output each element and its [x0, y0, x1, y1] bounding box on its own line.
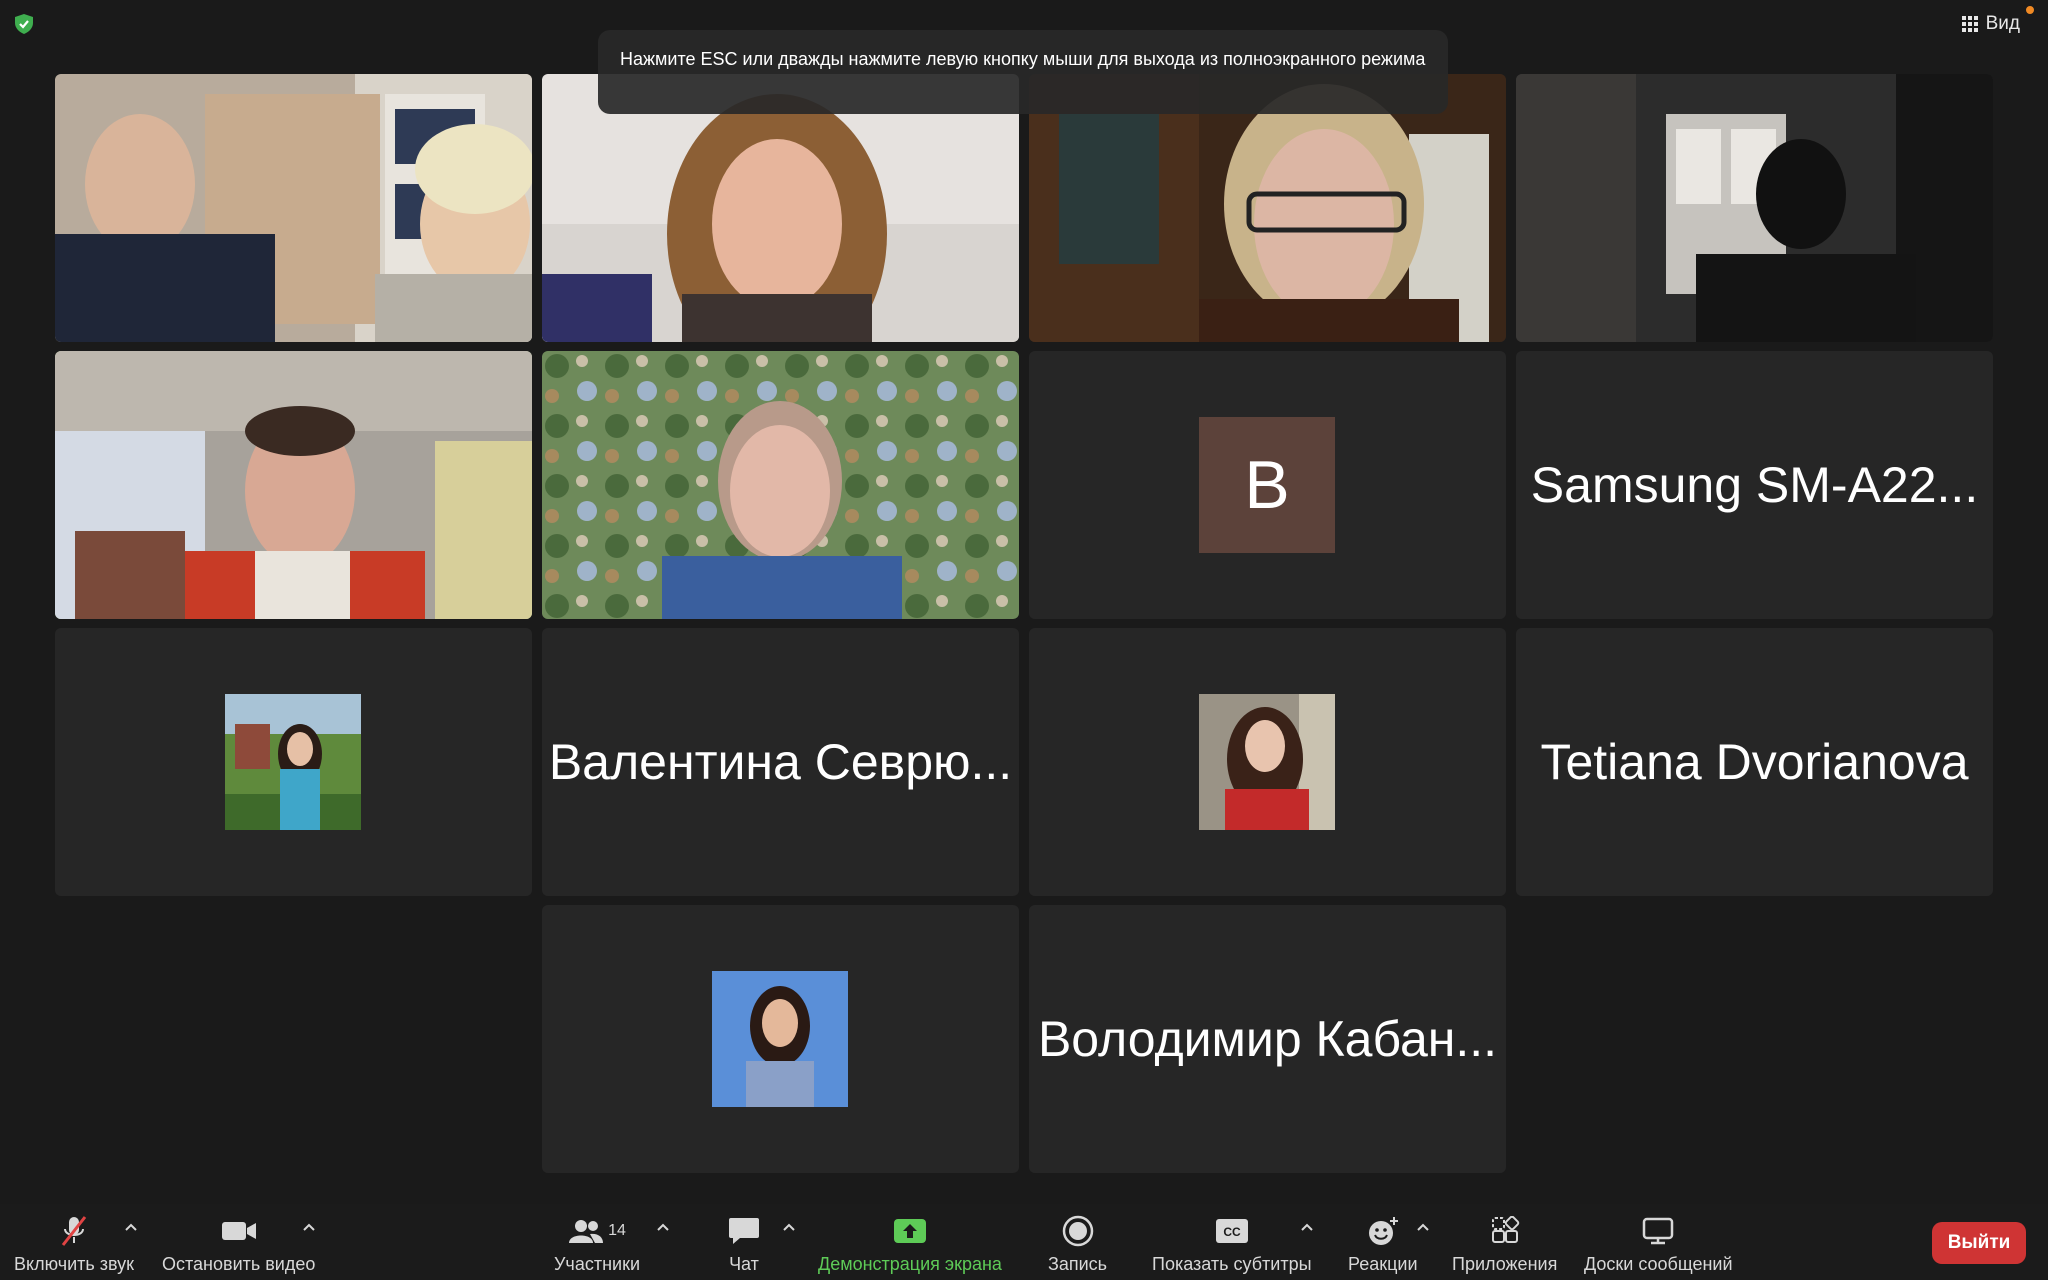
participant-tile-7[interactable]: B — [1029, 351, 1506, 619]
unmute-label: Включить звук — [14, 1254, 135, 1274]
fullscreen-exit-hint: Нажмите ESC или дважды нажмите левую кно… — [598, 30, 1448, 114]
reactions-label: Реакции — [1348, 1254, 1418, 1274]
participant-tile-2[interactable] — [542, 74, 1019, 342]
reactions-button[interactable]: Реакции — [1348, 1214, 1418, 1278]
avatar — [712, 971, 848, 1107]
video-options-chevron-up-icon[interactable] — [302, 1222, 316, 1232]
chat-label: Чат — [729, 1254, 759, 1274]
participant-tile-9[interactable] — [55, 628, 532, 896]
apps-icon — [1491, 1216, 1519, 1243]
view-button[interactable]: Вид — [1952, 10, 2030, 38]
reactions-options-chevron-up-icon[interactable] — [1416, 1222, 1430, 1232]
participant-tile-10[interactable]: Валентина Севрю... — [542, 628, 1019, 896]
smiley-plus-icon — [1368, 1217, 1398, 1245]
chat-options-chevron-up-icon[interactable] — [782, 1222, 796, 1232]
participants-icon — [569, 1220, 604, 1243]
audio-options-chevron-up-icon[interactable] — [124, 1222, 138, 1232]
whiteboards-label: Доски сообщений — [1584, 1254, 1733, 1274]
participant-tile-1[interactable] — [55, 74, 532, 342]
avatar — [1199, 694, 1335, 830]
participant-tile-6[interactable] — [542, 351, 1019, 619]
record-button[interactable]: Запись — [1048, 1214, 1107, 1278]
share-screen-icon — [893, 1219, 926, 1243]
participants-options-chevron-up-icon[interactable] — [656, 1222, 670, 1232]
record-label: Запись — [1048, 1254, 1108, 1274]
participant-name: Samsung SM-A22... — [1530, 457, 1979, 513]
participant-video — [55, 74, 532, 342]
participant-video — [542, 74, 1019, 342]
video-camera-icon — [221, 1222, 256, 1240]
apps-label: Приложения — [1452, 1254, 1558, 1274]
share-screen-label: Демонстрация экрана — [818, 1254, 1002, 1274]
participant-tile-14[interactable]: Володимир Кабан... — [1029, 905, 1506, 1173]
avatar — [225, 694, 361, 830]
whiteboards-button[interactable]: Доски сообщений — [1584, 1214, 1733, 1278]
captions-options-chevron-up-icon[interactable] — [1300, 1222, 1314, 1232]
security-shield-icon[interactable] — [12, 12, 36, 36]
participant-tile-3[interactable] — [1029, 74, 1506, 342]
participant-name: Tetiana Dvorianova — [1540, 734, 1969, 790]
stop-video-button[interactable]: Остановить видео — [162, 1214, 315, 1278]
show-captions-button[interactable]: CC Показать субтитры — [1152, 1214, 1312, 1278]
participant-video — [542, 351, 1019, 619]
participant-tile-13[interactable] — [542, 905, 1019, 1173]
stop-video-label: Остановить видео — [162, 1254, 316, 1274]
participants-button[interactable]: 14 Участники — [554, 1214, 640, 1278]
leave-button[interactable]: Выйти — [1932, 1222, 2026, 1264]
participant-name: Володимир Кабан... — [1037, 1011, 1498, 1067]
avatar: B — [1199, 417, 1335, 553]
apps-button[interactable]: Приложения — [1452, 1214, 1557, 1278]
participant-video — [55, 351, 532, 619]
participants-label: Участники — [554, 1254, 640, 1274]
participant-video — [1029, 74, 1506, 342]
svg-text:CC: CC — [1223, 1225, 1241, 1239]
microphone-muted-icon — [61, 1216, 87, 1246]
participant-tile-12[interactable]: Tetiana Dvorianova — [1516, 628, 1993, 896]
share-screen-button[interactable]: Демонстрация экрана — [818, 1214, 1002, 1278]
closed-captions-icon: CC — [1215, 1219, 1248, 1243]
chat-bubble-icon — [729, 1218, 759, 1244]
notification-dot — [2026, 6, 2034, 14]
participant-tile-11[interactable] — [1029, 628, 1506, 896]
participant-video — [1516, 74, 1993, 342]
participant-tile-8[interactable]: Samsung SM-A22... — [1516, 351, 1993, 619]
participant-tile-4[interactable] — [1516, 74, 1993, 342]
unmute-button[interactable]: Включить звук — [14, 1214, 134, 1278]
participants-count: 14 — [608, 1222, 626, 1239]
chat-button[interactable]: Чат — [728, 1214, 760, 1278]
whiteboard-icon — [1643, 1217, 1674, 1245]
meeting-toolbar: Включить звук Остановить видео 14 Участн… — [0, 1204, 2048, 1280]
participant-name: Валентина Севрю... — [548, 734, 1013, 790]
grid-icon — [1961, 16, 1978, 32]
participant-tile-5-active-speaker[interactable] — [55, 351, 532, 619]
view-label: Вид — [1985, 13, 2020, 34]
show-captions-label: Показать субтитры — [1152, 1254, 1312, 1274]
record-icon — [1062, 1215, 1093, 1247]
